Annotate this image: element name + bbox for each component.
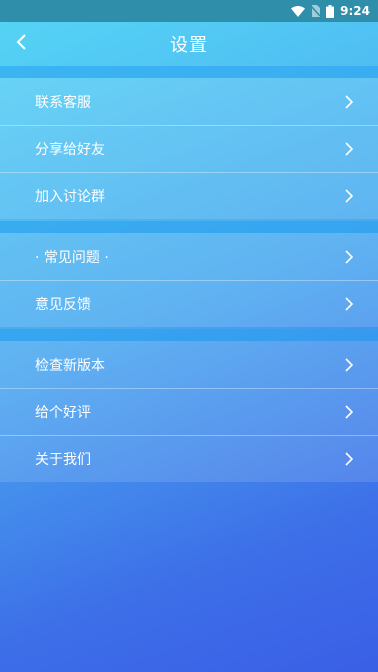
chevron-right-icon bbox=[342, 94, 356, 110]
menu-item-check-update[interactable]: 检查新版本 bbox=[0, 341, 378, 388]
menu-item-label: 检查新版本 bbox=[35, 357, 105, 374]
back-button[interactable] bbox=[8, 30, 36, 58]
menu-item-label: 意见反馈 bbox=[35, 297, 91, 313]
menu-item-label: 联系客服 bbox=[35, 94, 91, 111]
menu-item-contact-support[interactable]: 联系客服 bbox=[0, 78, 378, 125]
menu-item-label: 关于我们 bbox=[35, 452, 91, 468]
menu-item-about-us[interactable]: 关于我们 bbox=[0, 435, 378, 482]
menu-item-label: 给个好评 bbox=[35, 405, 91, 421]
settings-group-about: 检查新版本 给个好评 关于我们 bbox=[0, 341, 378, 482]
menu-item-feedback[interactable]: 意见反馈 bbox=[0, 280, 378, 327]
chevron-left-icon bbox=[16, 33, 28, 55]
chevron-right-icon bbox=[342, 451, 356, 467]
menu-item-share-friends[interactable]: 分享给好友 bbox=[0, 125, 378, 172]
toolbar: 设置 bbox=[0, 22, 378, 66]
group-divider bbox=[0, 66, 378, 78]
menu-item-rate-app[interactable]: 给个好评 bbox=[0, 388, 378, 435]
menu-item-join-group[interactable]: 加入讨论群 bbox=[0, 172, 378, 219]
menu-item-label: 分享给好友 bbox=[35, 142, 105, 158]
settings-group-support: 联系客服 分享给好友 加入讨论群 bbox=[0, 78, 378, 219]
menu-item-label: · 常见问题 · bbox=[35, 249, 109, 266]
chevron-right-icon bbox=[342, 188, 356, 204]
settings-group-help: · 常见问题 · 意见反馈 bbox=[0, 233, 378, 327]
group-divider bbox=[0, 329, 378, 341]
page-title: 设置 bbox=[170, 35, 208, 56]
chevron-right-icon bbox=[342, 141, 356, 157]
chevron-right-icon bbox=[342, 404, 356, 420]
menu-item-label: 加入讨论群 bbox=[35, 189, 105, 205]
battery-icon bbox=[326, 4, 335, 18]
status-time: 9:24 bbox=[340, 4, 370, 18]
chevron-right-icon bbox=[342, 296, 356, 312]
wifi-icon bbox=[291, 5, 306, 17]
chevron-right-icon bbox=[342, 249, 356, 265]
group-divider bbox=[0, 221, 378, 233]
chevron-right-icon bbox=[342, 357, 356, 373]
no-sim-icon bbox=[311, 5, 321, 17]
status-bar: 9:24 bbox=[0, 0, 378, 22]
menu-item-faq[interactable]: · 常见问题 · bbox=[0, 233, 378, 280]
